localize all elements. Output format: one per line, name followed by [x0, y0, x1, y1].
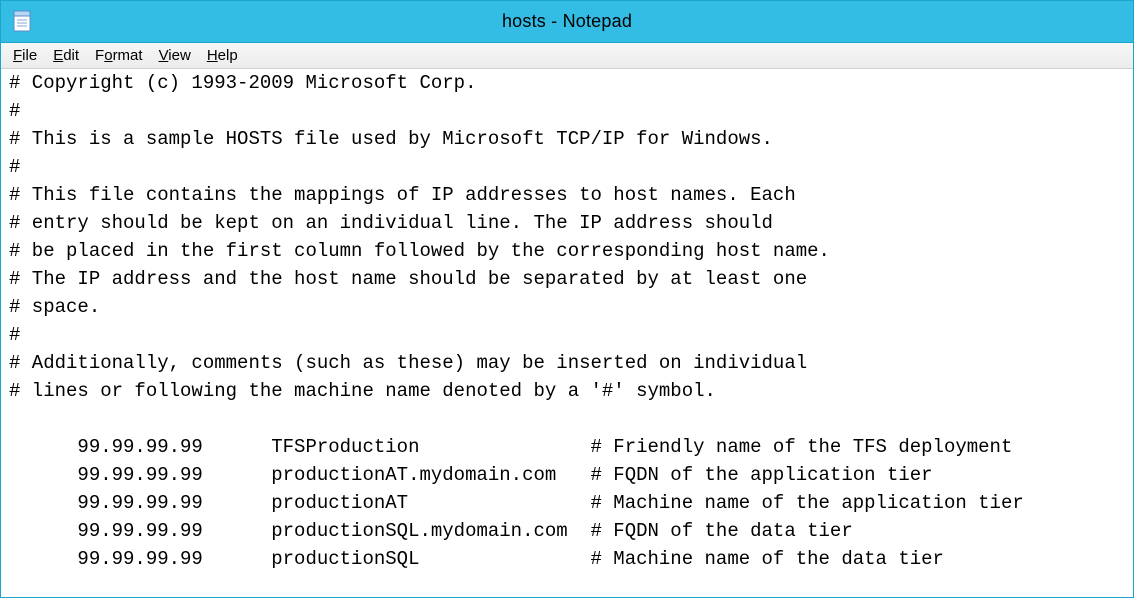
notepad-window: hosts - Notepad File Edit Format View He… [0, 0, 1134, 598]
titlebar[interactable]: hosts - Notepad [1, 1, 1133, 43]
notepad-app-icon [9, 7, 37, 35]
menu-help[interactable]: Help [199, 46, 246, 65]
menu-format[interactable]: Format [87, 46, 151, 65]
menu-view[interactable]: View [151, 46, 199, 65]
menu-edit[interactable]: Edit [45, 46, 87, 65]
text-editor[interactable]: # Copyright (c) 1993-2009 Microsoft Corp… [1, 69, 1133, 597]
window-title: hosts - Notepad [502, 11, 632, 32]
menubar: File Edit Format View Help [1, 43, 1133, 69]
menu-file[interactable]: File [5, 46, 45, 65]
editor-content[interactable]: # Copyright (c) 1993-2009 Microsoft Corp… [9, 69, 1133, 573]
